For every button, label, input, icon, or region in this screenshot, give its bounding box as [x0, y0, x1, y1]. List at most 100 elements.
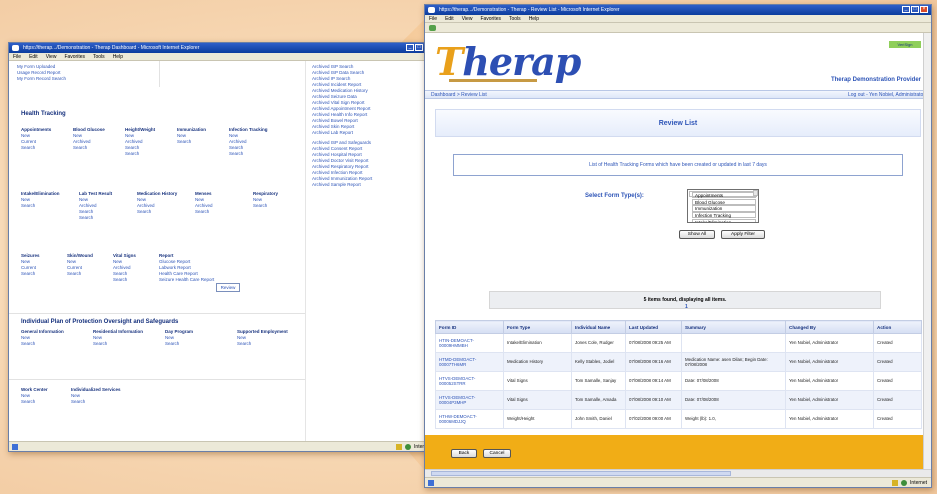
group-link[interactable]: Search: [113, 277, 136, 283]
form-type-option[interactable]: Intake/Elimination: [692, 218, 756, 222]
table-cell: Created: [873, 409, 922, 429]
maximize-button[interactable]: □: [911, 6, 919, 13]
form-type-option[interactable]: Immunization: [692, 205, 756, 212]
table-cell: Vital Signs: [503, 371, 572, 391]
scroll-thumb[interactable]: [431, 471, 731, 476]
column-header[interactable]: Individual Name: [571, 320, 626, 334]
menu-item[interactable]: Edit: [29, 53, 38, 60]
column-header[interactable]: Summary: [681, 320, 786, 334]
review-title-bar: https://therap.../Demonstration - Therap…: [425, 5, 931, 15]
form-id-link[interactable]: HTHW-DEMOACT-00006MDJJQ: [435, 409, 504, 429]
link-group: Skin/Wound New Current Search: [67, 253, 93, 277]
table-cell: Weight/Height: [503, 409, 572, 429]
back-arrow-icon[interactable]: [429, 25, 436, 31]
internet-zone-icon: [405, 444, 412, 450]
group-link[interactable]: Search: [253, 203, 278, 209]
form-id-link[interactable]: HTVS-DEMOACT-000052STRR: [435, 371, 504, 391]
group-link[interactable]: Search: [237, 341, 288, 347]
column-header[interactable]: Action: [873, 320, 922, 334]
menu-item[interactable]: File: [13, 53, 21, 60]
back-button[interactable]: Back: [451, 449, 477, 458]
group-link[interactable]: Search: [137, 209, 177, 215]
link-group: Vital Signs New Archived Search Search: [113, 253, 136, 283]
status-bar: Internet: [9, 441, 435, 451]
menu-item[interactable]: Help: [529, 15, 539, 22]
group-link[interactable]: Search: [165, 341, 193, 347]
breadcrumb[interactable]: Dashboard > Review List: [431, 91, 487, 99]
therap-logo: Therap: [435, 39, 581, 84]
minimize-button[interactable]: _: [902, 6, 910, 13]
link-group: General Information New Search: [21, 329, 64, 347]
menu-item[interactable]: File: [429, 15, 437, 22]
menu-item[interactable]: View: [462, 15, 473, 22]
ipop-heading: Individual Plan of Protection Oversight …: [21, 319, 179, 325]
form-type-option[interactable]: Infection Tracking: [692, 212, 756, 219]
nav-bar: Dashboard > Review List Log out - Yen No…: [425, 90, 931, 99]
group-link[interactable]: Search: [67, 271, 93, 277]
menu-item[interactable]: Favorites: [480, 15, 501, 22]
group-link[interactable]: Search: [79, 215, 112, 221]
group-link[interactable]: Search: [21, 341, 64, 347]
results-summary: 5 items found, displaying all items. 1: [489, 291, 881, 310]
group-link[interactable]: Search: [125, 151, 155, 157]
archived-link[interactable]: Archived Lab Report: [312, 130, 372, 136]
dashboard-title-bar: https://therap.../Demonstration - Therap…: [9, 43, 435, 53]
form-type-option[interactable]: Appointments: [692, 192, 756, 199]
menu-item[interactable]: Tools: [93, 53, 105, 60]
window-title: https://therap.../Demonstration - Therap…: [23, 45, 200, 51]
action-bar: Back Cancel: [425, 435, 931, 471]
maximize-button[interactable]: □: [415, 44, 423, 51]
link-group: Work Center New Search: [21, 387, 48, 405]
menu-item[interactable]: Favorites: [64, 53, 85, 60]
link-group: Supported Employment New Search: [237, 329, 288, 347]
top-link[interactable]: My Form Record Search: [17, 76, 66, 82]
apply-filter-button[interactable]: Apply Filter: [721, 230, 765, 239]
column-header[interactable]: Last Updated: [625, 320, 682, 334]
group-link[interactable]: Search: [229, 151, 268, 157]
group-link[interactable]: Search: [21, 271, 40, 277]
table-cell: Date: 07/08/2008: [681, 371, 786, 391]
table-cell: Kelly Stables, Jodiel: [571, 352, 626, 372]
menu-item[interactable]: Edit: [445, 15, 454, 22]
column-header[interactable]: Changed By: [785, 320, 874, 334]
cancel-button[interactable]: Cancel: [483, 449, 511, 458]
listbox-scrollbar[interactable]: [753, 190, 758, 197]
group-link[interactable]: Seizure Health Care Report: [159, 277, 214, 283]
group-link[interactable]: Search: [73, 145, 105, 151]
form-type-listbox[interactable]: Appointments Blood Glucose Immunization Inf…: [687, 189, 759, 223]
table-cell: Intake/Elimination: [503, 333, 572, 353]
table-row: HTVS-DEMOACT-000052STRR Vital Signs Tom Sa…: [435, 371, 922, 391]
group-link[interactable]: Search: [21, 145, 51, 151]
column-header[interactable]: Form ID: [435, 320, 504, 334]
form-type-option[interactable]: Blood Glucose: [692, 198, 756, 205]
table-row: HTIN-DEMOACT-00009HMMBH Intake/Eliminatio…: [435, 333, 922, 353]
logo-underline: [449, 79, 537, 82]
form-id-link[interactable]: HTMD-DEMOACT-00007TH6MR: [435, 352, 504, 372]
logout-link[interactable]: Log out - Yen Nobiel, Administrator: [848, 91, 925, 99]
show-all-button[interactable]: Show All: [679, 230, 715, 239]
page-number[interactable]: 1: [685, 299, 688, 315]
archived-link[interactable]: Archived Sample Report: [312, 182, 372, 188]
group-link[interactable]: Search: [195, 209, 213, 215]
group-link[interactable]: Search: [21, 203, 60, 209]
security-badge[interactable]: VeriSign: [889, 41, 921, 48]
form-id-link[interactable]: HTVS-DEMOACT-00004P3MHP: [435, 390, 504, 410]
group-link[interactable]: Search: [21, 399, 48, 405]
review-link[interactable]: Review: [216, 283, 240, 292]
group-link[interactable]: Search: [93, 341, 143, 347]
form-id-link[interactable]: HTIN-DEMOACT-00009HMMBH: [435, 333, 504, 353]
table-cell: Created: [873, 390, 922, 410]
close-button[interactable]: ×: [920, 6, 928, 13]
review-table: Form ID Form Type Individual Name Last Upda…: [435, 320, 922, 429]
vertical-scrollbar[interactable]: [923, 33, 931, 469]
link-group: Respiratory New Search: [253, 191, 278, 209]
minimize-button[interactable]: _: [406, 44, 414, 51]
link-group: Seizures New Current Search: [21, 253, 40, 277]
column-header[interactable]: Form Type: [503, 320, 572, 334]
horizontal-scrollbar[interactable]: [425, 469, 931, 477]
group-link[interactable]: Search: [71, 399, 121, 405]
menu-item[interactable]: Help: [113, 53, 123, 60]
group-link[interactable]: Search: [177, 139, 206, 145]
menu-item[interactable]: Tools: [509, 15, 521, 22]
menu-item[interactable]: View: [46, 53, 57, 60]
